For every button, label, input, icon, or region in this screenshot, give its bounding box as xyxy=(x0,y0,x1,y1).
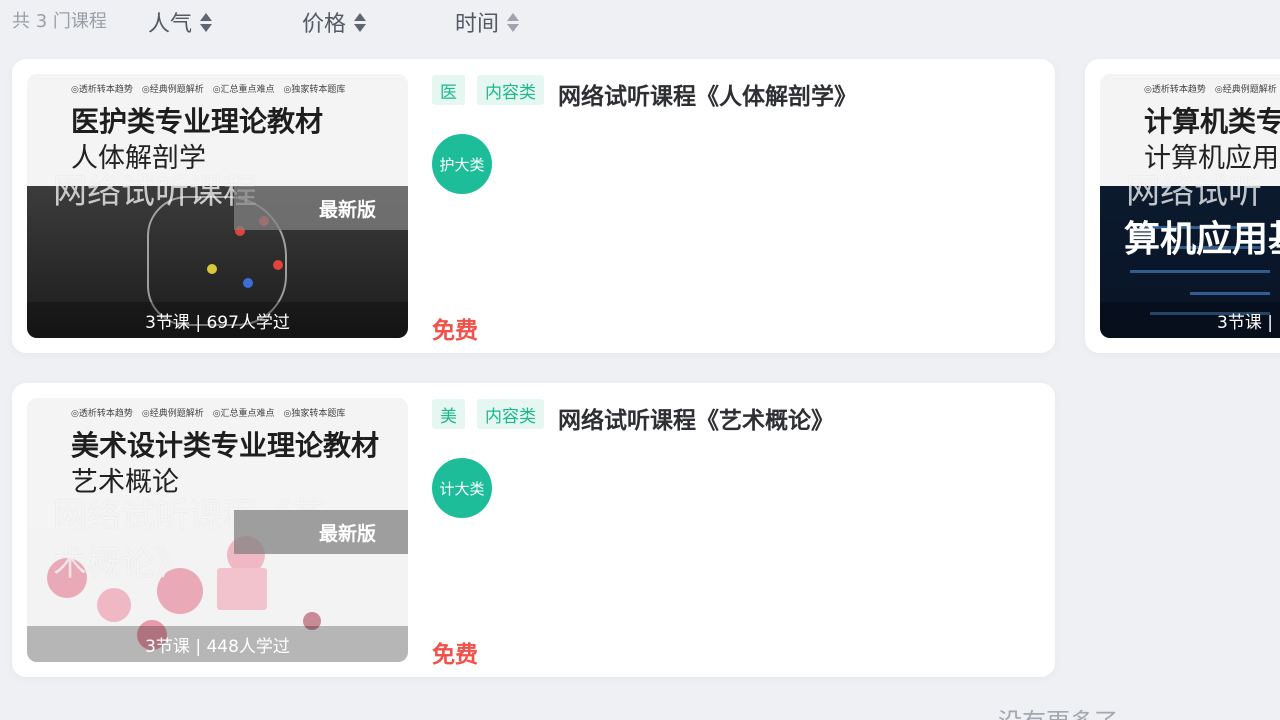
sort-arrows-icon xyxy=(200,12,213,32)
course-stats: 3节课 | xyxy=(1100,302,1280,338)
course-title[interactable]: 网络试听课程《人体解剖学》 xyxy=(558,77,857,111)
edition-badge: 最新版 xyxy=(234,510,408,554)
course-card[interactable]: ◎透析转本趋势 ◎经典例题解析 ◎汇 计算机类专 计算机应用 网络试听 算机应用… xyxy=(1085,59,1280,353)
course-tags: 美 内容类 xyxy=(432,399,556,429)
course-stats: 3节课 | 697人学过 xyxy=(27,302,408,338)
course-price: 免费 xyxy=(432,318,478,344)
sort-label: 人气 xyxy=(148,12,193,37)
cover-watermark-line2: 术概论》 xyxy=(53,544,189,584)
course-tags: 医 内容类 xyxy=(432,75,556,105)
cover-big-text: 算机应用基 xyxy=(1124,219,1280,260)
sort-by-price[interactable]: 价格 xyxy=(302,6,367,38)
cover-feature-tags: ◎透析转本趋势 ◎经典例题解析 ◎汇 xyxy=(1144,85,1280,95)
cover-watermark: 网络试听 xyxy=(1126,172,1262,212)
course-card[interactable]: ◎透析转本趋势 ◎经典例题解析 ◎汇总重点难点 ◎独家转本题库 美术设计类专业理… xyxy=(12,383,1055,677)
course-cover[interactable]: ◎透析转本趋势 ◎经典例题解析 ◎汇总重点难点 ◎独家转本题库 美术设计类专业理… xyxy=(27,398,408,662)
cover-book-title: 计算机类专 xyxy=(1144,105,1280,138)
course-cover[interactable]: ◎透析转本趋势 ◎经典例题解析 ◎汇 计算机类专 计算机应用 网络试听 算机应用… xyxy=(1100,74,1280,338)
course-stats: 3节课 | 448人学过 xyxy=(27,626,408,662)
no-more-text: 没有更多了 xyxy=(998,702,1118,720)
subject-tag: 美 xyxy=(432,399,465,429)
sort-label: 时间 xyxy=(455,12,500,37)
sort-bar: 共 3 门课程 xyxy=(12,0,107,40)
sort-by-time[interactable]: 时间 xyxy=(455,6,520,38)
type-tag: 内容类 xyxy=(477,75,544,105)
course-title[interactable]: 网络试听课程《艺术概论》 xyxy=(558,401,834,435)
course-price: 免费 xyxy=(432,642,478,668)
cover-book-title: 医护类专业理论教材 xyxy=(71,105,324,138)
cover-book-title: 美术设计类专业理论教材 xyxy=(71,429,380,462)
sort-label: 价格 xyxy=(302,12,347,37)
type-tag: 内容类 xyxy=(477,399,544,429)
sort-arrows-icon xyxy=(507,12,520,32)
cover-feature-tags: ◎透析转本趋势 ◎经典例题解析 ◎汇总重点难点 ◎独家转本题库 xyxy=(71,409,346,419)
cover-watermark: 网络试听课程 xyxy=(53,172,257,212)
sort-by-popularity[interactable]: 人气 xyxy=(148,6,213,38)
sort-arrows-icon xyxy=(354,12,367,32)
category-badge: 护大类 xyxy=(432,134,492,194)
cover-feature-tags: ◎透析转本趋势 ◎经典例题解析 ◎汇总重点难点 ◎独家转本题库 xyxy=(71,85,346,95)
category-badge: 计大类 xyxy=(432,458,492,518)
course-count: 共 3 门课程 xyxy=(12,11,107,32)
subject-tag: 医 xyxy=(432,75,465,105)
course-cover[interactable]: ◎透析转本趋势 ◎经典例题解析 ◎汇总重点难点 ◎独家转本题库 医护类专业理论教… xyxy=(27,74,408,338)
course-list-page: 共 3 门课程 人气 价格 时间 ◎透析转本趋势 ◎经典例题解析 ◎汇总重点难点… xyxy=(0,0,1280,720)
edition-badge: 最新版 xyxy=(234,186,408,230)
course-card[interactable]: ◎透析转本趋势 ◎经典例题解析 ◎汇总重点难点 ◎独家转本题库 医护类专业理论教… xyxy=(12,59,1055,353)
